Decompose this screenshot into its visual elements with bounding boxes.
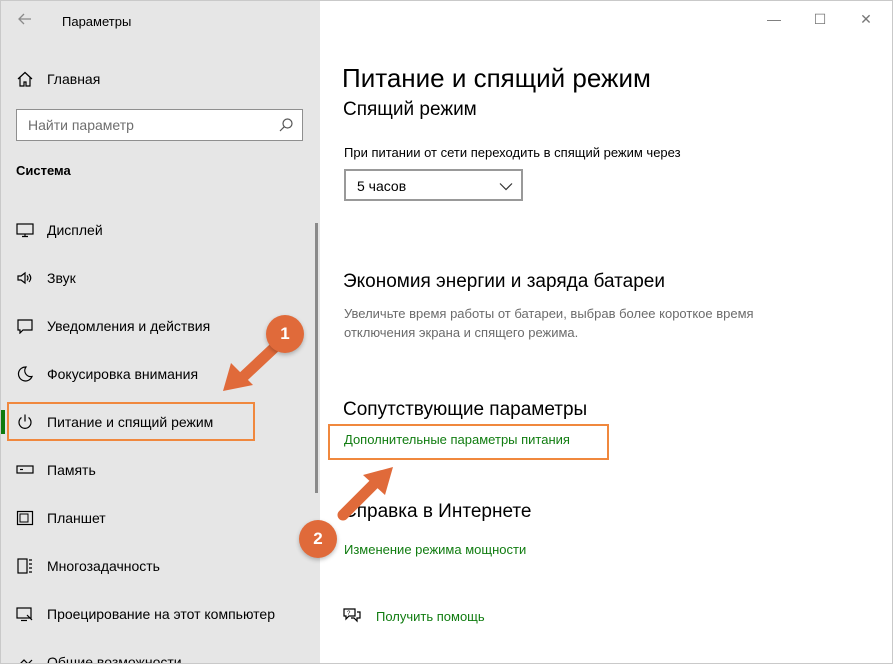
annotation-badge-2: 2 xyxy=(299,520,337,558)
multitasking-icon xyxy=(15,556,35,576)
sleep-label: При питании от сети переходить в спящий … xyxy=(344,145,681,160)
tablet-icon xyxy=(15,508,35,528)
dropdown-value: 5 часов xyxy=(357,178,407,194)
storage-icon xyxy=(15,460,35,480)
focus-moon-icon xyxy=(15,364,35,384)
search-input[interactable] xyxy=(17,110,267,140)
sidebar-scrollbar[interactable] xyxy=(315,223,318,493)
home-icon xyxy=(15,69,35,89)
sidebar-item-label: Планшет xyxy=(47,510,106,526)
projecting-icon xyxy=(15,604,35,624)
sleep-heading: Спящий режим xyxy=(343,99,477,120)
sidebar-item-projecting[interactable]: Проецирование на этот компьютер xyxy=(1,594,317,634)
display-icon xyxy=(15,220,35,240)
annotation-badge-1: 1 xyxy=(266,315,304,353)
highlight-box-power-item xyxy=(7,402,255,441)
minimize-icon[interactable]: — xyxy=(764,9,784,29)
notifications-icon xyxy=(15,316,35,336)
sidebar-item-shared[interactable]: Общие возможности xyxy=(1,642,317,664)
home-label: Главная xyxy=(47,71,101,87)
app-title: Параметры xyxy=(62,14,132,29)
sidebar-item-display[interactable]: Дисплей xyxy=(1,210,317,250)
annotation-arrow-2-icon xyxy=(337,467,393,521)
sleep-timeout-dropdown[interactable]: 5 часов xyxy=(344,169,523,201)
change-power-mode-link[interactable]: Изменение режима мощности xyxy=(344,542,526,557)
search-box[interactable] xyxy=(16,109,303,141)
sidebar-item-label: Общие возможности xyxy=(47,654,182,664)
close-icon[interactable]: ✕ xyxy=(856,9,876,29)
sidebar-item-label: Звук xyxy=(47,270,76,286)
sidebar-item-sound[interactable]: Звук xyxy=(1,258,317,298)
get-help-icon[interactable]: ? xyxy=(342,606,362,626)
highlight-box-power-link xyxy=(328,424,609,460)
chevron-down-icon xyxy=(499,179,513,193)
back-arrow-icon[interactable] xyxy=(13,9,37,33)
maximize-icon[interactable]: ☐ xyxy=(810,9,830,29)
search-icon[interactable] xyxy=(278,117,294,133)
sidebar-item-multitasking[interactable]: Многозадачность xyxy=(1,546,317,586)
battery-heading: Экономия энергии и заряда батареи xyxy=(343,271,665,292)
sidebar-item-label: Уведомления и действия xyxy=(47,318,211,334)
section-title: Система xyxy=(16,163,71,178)
sidebar-item-storage[interactable]: Память xyxy=(1,450,317,490)
sidebar-item-label: Фокусировка внимания xyxy=(47,366,199,382)
sidebar-item-label: Память xyxy=(47,462,96,478)
sidebar-item-tablet[interactable]: Планшет xyxy=(1,498,317,538)
settings-window: Параметры Главная Система Дисплей З xyxy=(0,0,893,664)
shared-icon xyxy=(15,652,35,663)
sidebar-item-label: Проецирование на этот компьютер xyxy=(47,606,275,622)
sidebar-item-label: Дисплей xyxy=(47,222,103,238)
sidebar-item-label: Многозадачность xyxy=(47,558,160,574)
battery-description: Увеличьте время работы от батареи, выбра… xyxy=(344,306,754,340)
related-settings-heading: Сопутствующие параметры xyxy=(343,399,588,420)
active-indicator xyxy=(1,410,5,434)
sound-icon xyxy=(15,268,35,288)
home-nav-item[interactable]: Главная xyxy=(15,67,100,91)
get-help-link[interactable]: Получить помощь xyxy=(376,609,485,624)
page-title: Питание и спящий режим xyxy=(342,63,651,93)
